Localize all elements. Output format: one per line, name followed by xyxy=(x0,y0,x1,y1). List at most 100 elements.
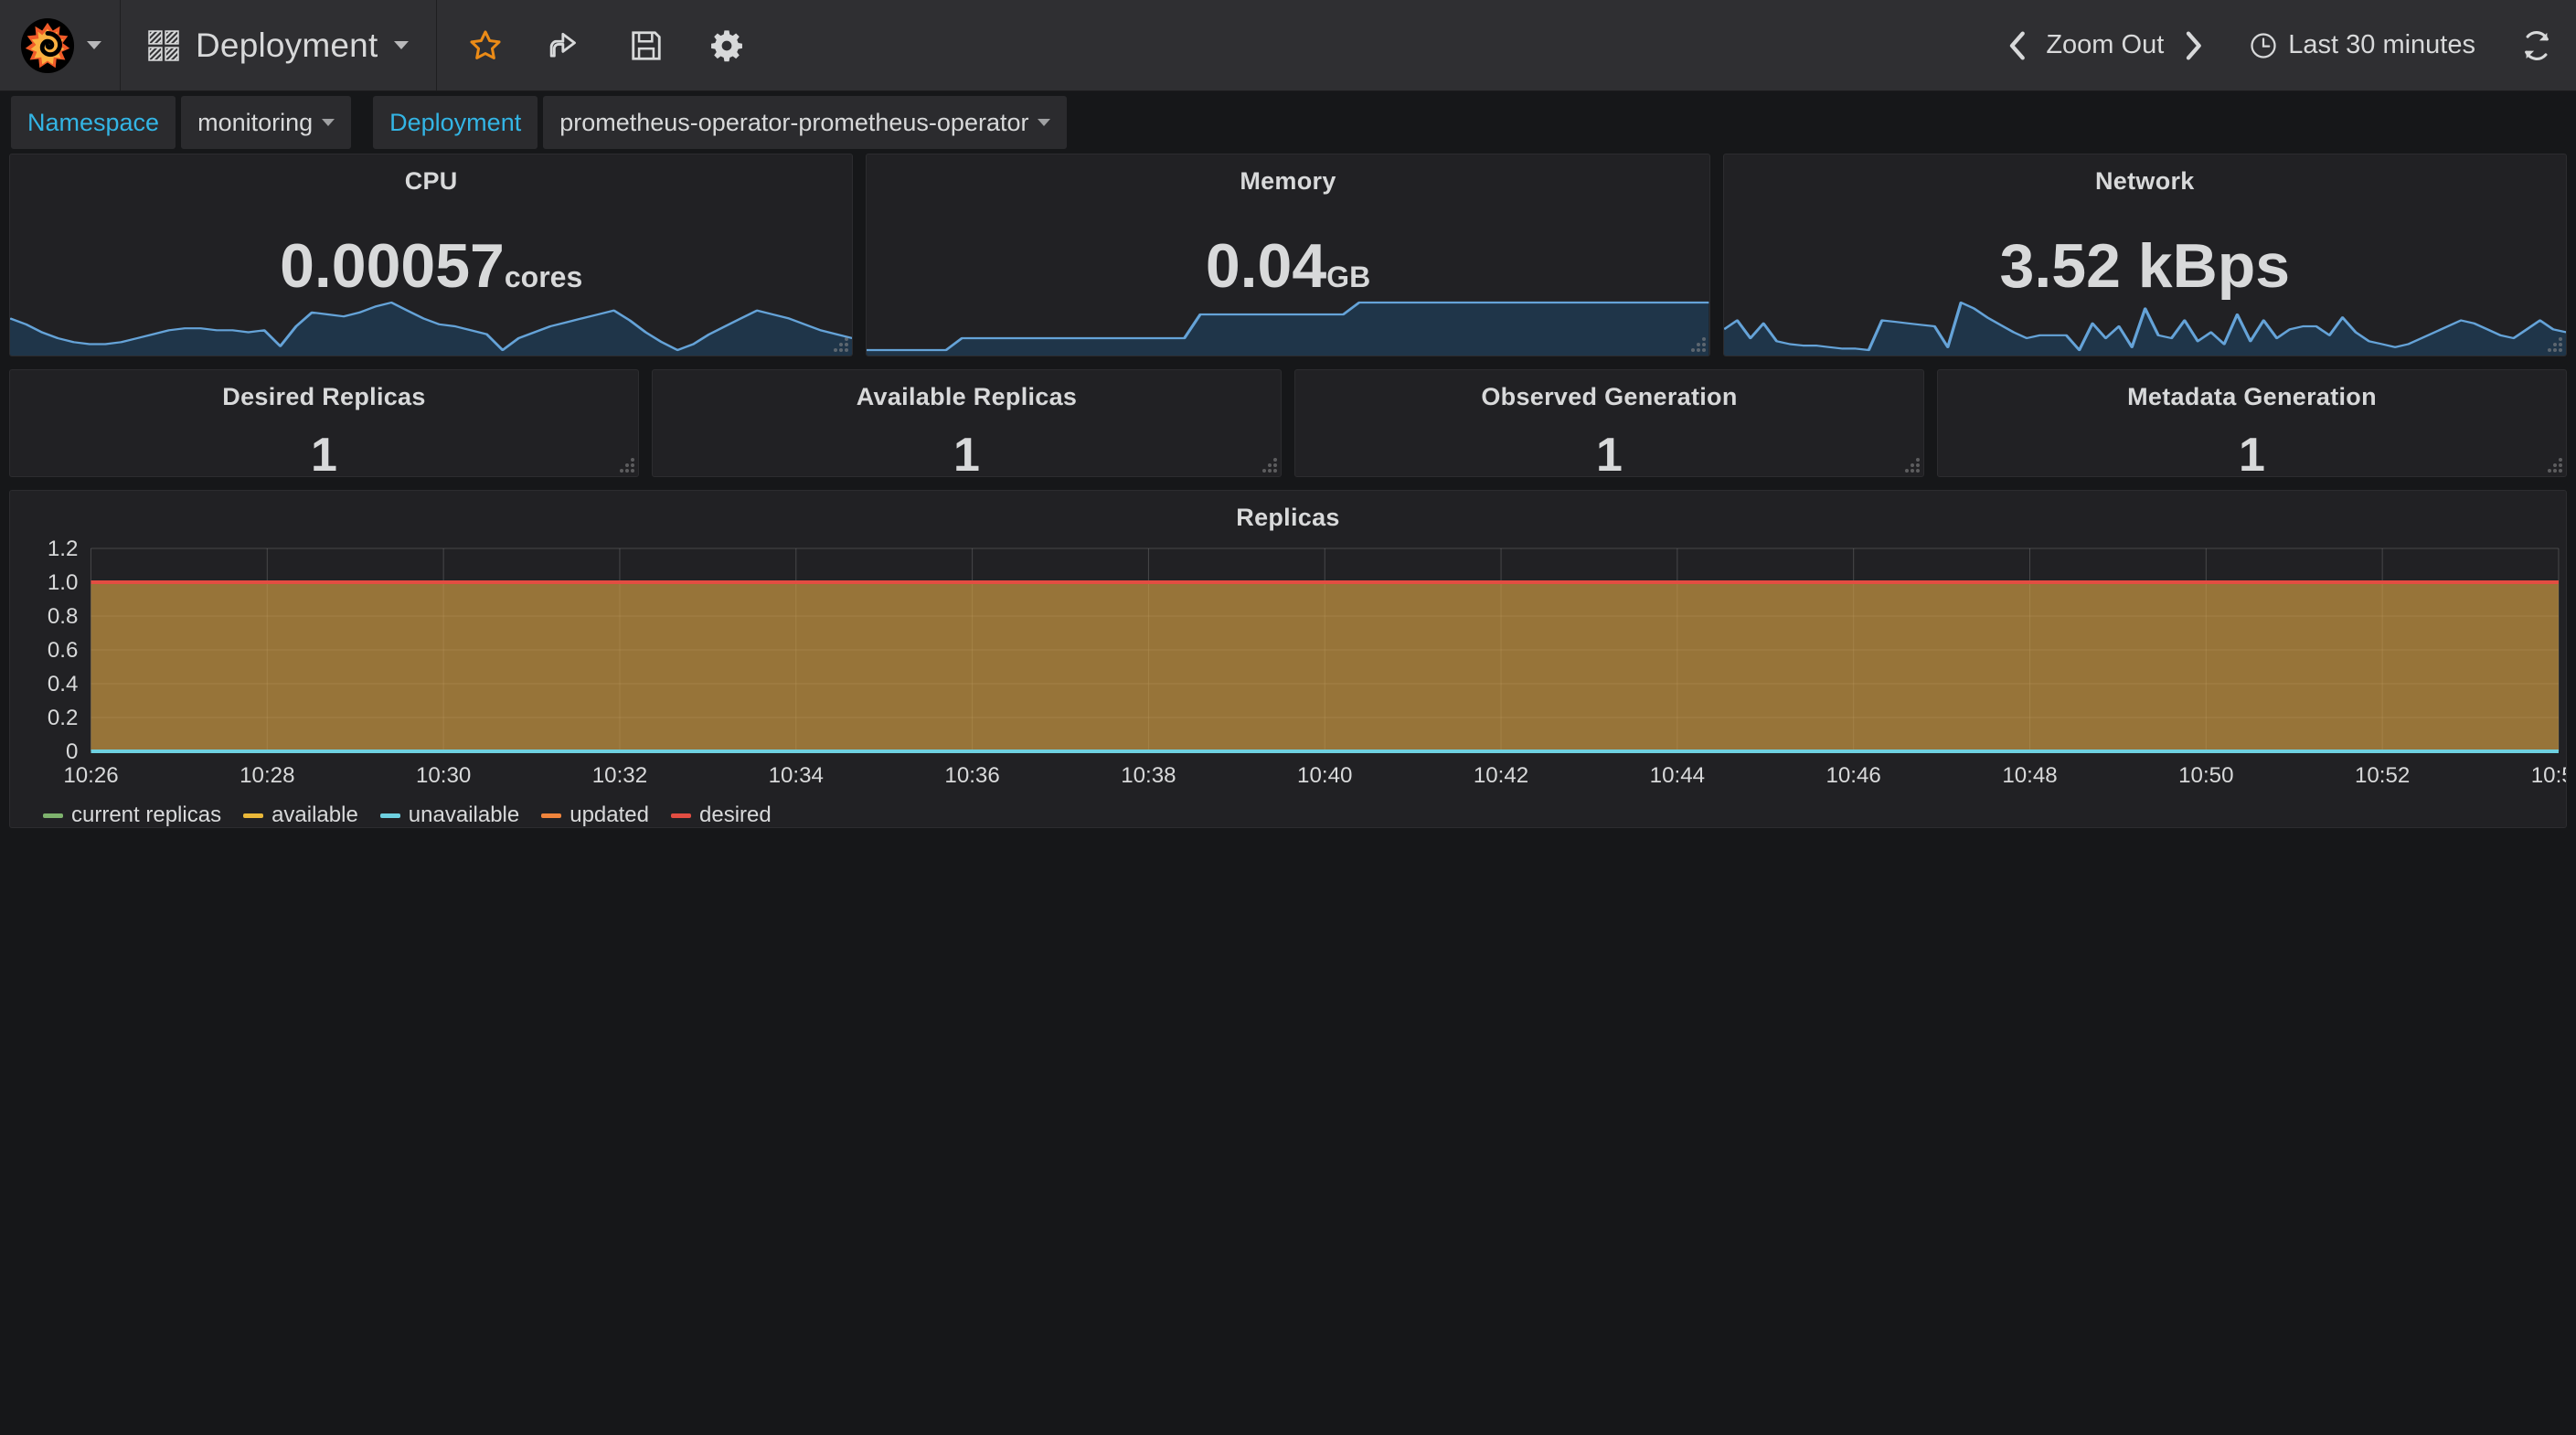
panel-network[interactable]: Network 3.52 kBps xyxy=(1722,154,2567,356)
legend-item[interactable]: desired xyxy=(671,803,772,827)
legend-label: updated xyxy=(569,803,649,827)
dashboard-title-button[interactable]: Deployment xyxy=(121,0,438,90)
legend-color-swatch xyxy=(379,813,400,818)
legend-label: available xyxy=(271,803,358,827)
legend-color-swatch xyxy=(43,813,63,818)
save-icon[interactable] xyxy=(629,28,664,63)
svg-text:10:34: 10:34 xyxy=(769,763,824,788)
svg-text:0.4: 0.4 xyxy=(48,672,79,696)
panel-value-desired-replicas: 1 xyxy=(311,429,337,477)
clock-icon xyxy=(2250,32,2277,59)
svg-text:10:46: 10:46 xyxy=(1826,763,1881,788)
share-icon[interactable] xyxy=(548,28,583,63)
panel-value-network: 3.52 kBps xyxy=(1999,231,2291,301)
refresh-icon[interactable] xyxy=(2499,30,2552,61)
panel-resize-handle[interactable] xyxy=(2548,458,2562,473)
dashboard-actions xyxy=(437,0,775,90)
svg-text:10:26: 10:26 xyxy=(63,763,118,788)
svg-text:10:50: 10:50 xyxy=(2178,763,2233,788)
variable-value-namespace[interactable]: monitoring xyxy=(181,96,352,149)
svg-text:1.0: 1.0 xyxy=(48,570,79,595)
chevron-down-icon xyxy=(322,119,335,126)
panel-resize-handle[interactable] xyxy=(1262,458,1277,473)
chevron-down-icon xyxy=(394,41,410,49)
legend-label: desired xyxy=(699,803,772,827)
panel-replicas[interactable]: Replicas 0 0.2 0.4 0.6 0.8 1.0 1.2 10:26 10:28 10… xyxy=(9,490,2567,828)
panel-cpu[interactable]: CPU 0.00057cores xyxy=(9,154,854,356)
panel-resize-handle[interactable] xyxy=(2547,337,2562,352)
panel-title-available-replicas: Available Replicas xyxy=(856,383,1078,410)
sparkline-cpu xyxy=(10,299,853,356)
panel-title-memory: Memory xyxy=(1240,167,1336,195)
panel-value-available-replicas: 1 xyxy=(953,429,980,477)
panel-title-metadata-generation: Metadata Generation xyxy=(2127,383,2377,410)
panel-desired-replicas[interactable]: Desired Replicas 1 xyxy=(9,369,639,477)
panel-value-observed-generation: 1 xyxy=(1596,429,1623,477)
panel-resize-handle[interactable] xyxy=(1905,458,1920,473)
legend-label: unavailable xyxy=(408,803,520,827)
memory-value-unit: GB xyxy=(1326,260,1371,293)
svg-text:10:28: 10:28 xyxy=(240,763,294,788)
svg-text:10:38: 10:38 xyxy=(1121,763,1176,788)
chevron-left-icon[interactable] xyxy=(2007,30,2026,61)
legend-color-swatch xyxy=(671,813,691,818)
panel-memory[interactable]: Memory 0.04GB xyxy=(866,154,1710,356)
sparkline-memory xyxy=(867,299,1709,356)
svg-text:10:52: 10:52 xyxy=(2355,763,2410,788)
panel-row-graph: Replicas 0 0.2 0.4 0.6 0.8 1.0 1.2 10:26 10:28 10… xyxy=(9,490,2567,828)
panel-observed-generation[interactable]: Observed Generation 1 xyxy=(1294,369,1924,477)
svg-text:10:42: 10:42 xyxy=(1474,763,1528,788)
legend-item[interactable]: updated xyxy=(541,803,649,827)
chevron-down-icon xyxy=(86,41,101,49)
panel-resize-handle[interactable] xyxy=(1690,337,1706,352)
dashboard-grid: CPU 0.00057cores Memory 0.04GB Network 3… xyxy=(0,154,2576,828)
panel-title-cpu: CPU xyxy=(404,167,458,195)
time-range-picker[interactable]: Last 30 minutes xyxy=(2226,30,2499,60)
svg-text:10:54: 10:54 xyxy=(2531,763,2566,788)
panel-title-replicas: Replicas xyxy=(1236,504,1340,531)
replicas-graph[interactable]: 0 0.2 0.4 0.6 0.8 1.0 1.2 10:26 10:28 10:30 10:32 1… xyxy=(10,534,2566,799)
top-navbar: Deployment Zoom Out Last 30 minutes xyxy=(0,0,2576,91)
memory-value-number: 0.04 xyxy=(1205,231,1327,301)
panel-title-desired-replicas: Desired Replicas xyxy=(222,383,426,410)
svg-text:10:48: 10:48 xyxy=(2002,763,2057,788)
panel-resize-handle[interactable] xyxy=(834,337,849,352)
chevron-down-icon xyxy=(1038,119,1051,126)
sparkline-network xyxy=(1723,299,2566,356)
graph-legend: current replicas available unavailable upda… xyxy=(10,799,2566,827)
star-icon[interactable] xyxy=(468,28,503,63)
variable-value-namespace-text: monitoring xyxy=(197,108,314,136)
panel-resize-handle[interactable] xyxy=(620,458,634,473)
legend-item[interactable]: unavailable xyxy=(379,803,520,827)
zoom-out-label[interactable]: Zoom Out xyxy=(2046,30,2164,60)
panel-value-cpu: 0.00057cores xyxy=(10,235,852,297)
panel-title-observed-generation: Observed Generation xyxy=(1481,383,1738,410)
svg-text:0.2: 0.2 xyxy=(48,706,79,730)
legend-color-swatch xyxy=(541,813,562,818)
panel-value-metadata-generation: 1 xyxy=(2239,429,2265,477)
page-title: Deployment xyxy=(196,26,378,64)
variable-label-deployment: Deployment xyxy=(373,96,538,149)
legend-item[interactable]: available xyxy=(243,803,358,827)
variable-label-namespace: Namespace xyxy=(11,96,176,149)
svg-text:10:40: 10:40 xyxy=(1297,763,1352,788)
chevron-right-icon[interactable] xyxy=(2184,30,2202,61)
template-variables-bar: Namespace monitoring Deployment promethe… xyxy=(0,91,2576,154)
panel-value-memory: 0.04GB xyxy=(867,235,1708,297)
dashboard-grid-icon xyxy=(148,29,179,61)
svg-text:10:32: 10:32 xyxy=(592,763,647,788)
legend-item[interactable]: current replicas xyxy=(43,803,221,827)
svg-text:0.8: 0.8 xyxy=(48,604,79,629)
zoom-out-control[interactable]: Zoom Out xyxy=(1984,30,2226,61)
grafana-logo-icon xyxy=(19,17,76,74)
panel-title-network: Network xyxy=(2095,167,2195,195)
panel-row-stats: Desired Replicas 1 Available Replicas 1 … xyxy=(9,369,2567,477)
panel-metadata-generation[interactable]: Metadata Generation 1 xyxy=(1937,369,2567,477)
svg-text:10:30: 10:30 xyxy=(416,763,471,788)
panel-available-replicas[interactable]: Available Replicas 1 xyxy=(652,369,1282,477)
svg-text:10:36: 10:36 xyxy=(944,763,999,788)
svg-text:10:44: 10:44 xyxy=(1650,763,1705,788)
grafana-home-button[interactable] xyxy=(0,0,121,90)
gear-icon[interactable] xyxy=(709,28,744,63)
variable-value-deployment[interactable]: prometheus-operator-prometheus-operator xyxy=(543,96,1068,149)
